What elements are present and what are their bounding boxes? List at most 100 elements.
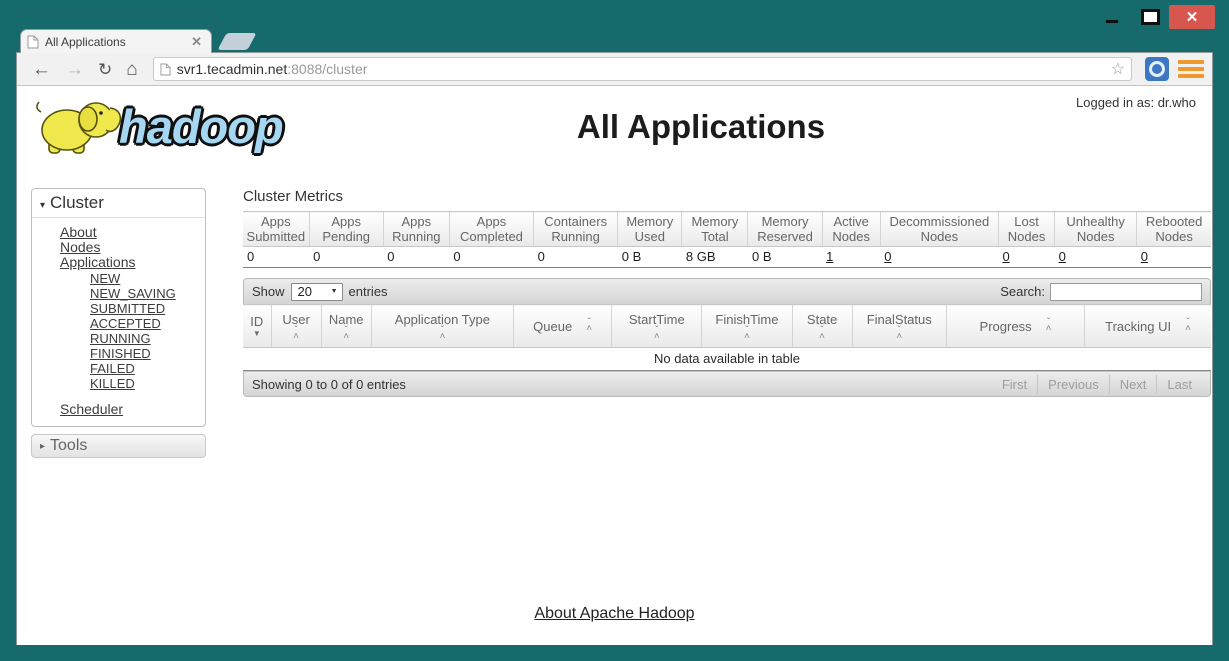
search-label: Search: [1000, 284, 1045, 299]
about-link[interactable]: About [60, 224, 97, 240]
sort-icon: ˇ˄ [343, 328, 349, 340]
pagination: First Previous Next Last [992, 374, 1202, 394]
state-accepted-link[interactable]: ACCEPTED [90, 316, 161, 331]
chrome-menu-icon[interactable] [1178, 58, 1204, 80]
column-header-state[interactable]: Stateˇ˄ [792, 305, 852, 348]
page-title: All Applications [217, 108, 1185, 146]
metric-header: Memory Reserved [748, 212, 822, 247]
metric-header: Lost Nodes [998, 212, 1054, 247]
column-header-id[interactable]: ID▼ [243, 305, 271, 348]
metric-value: 0 [1055, 247, 1137, 268]
tools-accordion-header[interactable]: ▸Tools [31, 434, 206, 458]
sort-icon: ˇ˄ [896, 328, 902, 340]
state-new-saving-link[interactable]: NEW_SAVING [90, 286, 176, 301]
metric-value: 0 [880, 247, 998, 268]
page-icon [160, 63, 171, 76]
table-info-text: Showing 0 to 0 of 0 entries [252, 377, 406, 392]
nodes-link[interactable]: Nodes [60, 239, 100, 255]
table-info-bar: Showing 0 to 0 of 0 entries First Previo… [243, 371, 1211, 397]
column-header-queue[interactable]: Queueˇ˄ [514, 305, 612, 348]
state-finished-link[interactable]: FINISHED [90, 346, 151, 361]
sidebar-item-about: About [60, 225, 205, 240]
metric-value: 0 [534, 247, 618, 268]
pagination-last-button[interactable]: Last [1156, 375, 1202, 394]
decommissioned-nodes-link[interactable]: 0 [884, 249, 891, 264]
table-controls-bar: Show 20 ▼ entries Search: [243, 278, 1211, 304]
state-new-link[interactable]: NEW [90, 271, 120, 286]
empty-table-message: No data available in table [243, 348, 1211, 371]
table-row: No data available in table [243, 348, 1211, 371]
forward-icon[interactable]: → [65, 60, 84, 79]
entries-label: entries [349, 284, 388, 299]
applications-link[interactable]: Applications [60, 254, 136, 270]
metric-header: Memory Used [618, 212, 682, 247]
tab-close-icon[interactable]: ✕ [188, 34, 205, 50]
sidebar-item-state: NEW [90, 271, 205, 286]
state-running-link[interactable]: RUNNING [90, 331, 151, 346]
column-header-application-type[interactable]: Application Typeˇ˄ [371, 305, 513, 348]
metric-header: Apps Submitted [243, 212, 309, 247]
column-header-starttime[interactable]: StartTimeˇ˄ [612, 305, 702, 348]
browser-window: ← → ↻ ⌂ svr1.tecadmin.net:8088/cluster ☆… [16, 52, 1213, 645]
hadoop-elephant-logo [33, 94, 125, 158]
column-header-finalstatus[interactable]: FinalStatusˇ˄ [852, 305, 946, 348]
home-icon[interactable]: ⌂ [126, 60, 137, 79]
search-input[interactable] [1050, 283, 1202, 301]
column-header-user[interactable]: Userˇ˄ [271, 305, 321, 348]
metric-value: 0 [449, 247, 533, 268]
state-killed-link[interactable]: KILLED [90, 376, 135, 391]
browser-tab[interactable]: All Applications ✕ [20, 29, 212, 53]
scheduler-link[interactable]: Scheduler [60, 401, 123, 417]
new-tab-button[interactable] [217, 33, 256, 50]
cluster-label: Cluster [50, 193, 104, 212]
sidebar-item-nodes: Nodes [60, 240, 205, 255]
pagination-first-button[interactable]: First [992, 375, 1037, 394]
cluster-metrics-table: Apps Submitted Apps Pending Apps Running… [243, 211, 1211, 268]
column-header-tracking-ui[interactable]: Tracking UIˇ˄ [1085, 305, 1211, 348]
close-button[interactable]: ✕ [1169, 5, 1215, 29]
column-header-name[interactable]: Nameˇ˄ [321, 305, 371, 348]
minimize-button[interactable] [1093, 5, 1131, 29]
metric-header: Unhealthy Nodes [1055, 212, 1137, 247]
page-content: Logged in as: dr.who hadoop [17, 86, 1212, 645]
maximize-button[interactable] [1131, 5, 1169, 29]
window-frame: ✕ All Applications ✕ ← → ↻ ⌂ svr1.tecadm… [0, 0, 1229, 661]
unhealthy-nodes-link[interactable]: 0 [1059, 249, 1066, 264]
page-size-value: 20 [298, 284, 312, 299]
lost-nodes-link[interactable]: 0 [1002, 249, 1009, 264]
sidebar: ▾ Cluster About Nodes Applications NEW NE… [31, 188, 206, 458]
window-controls: ✕ [1093, 5, 1215, 29]
url-text: svr1.tecadmin.net:8088/cluster [177, 61, 1111, 77]
about-apache-hadoop-link[interactable]: About Apache Hadoop [534, 605, 694, 622]
back-icon[interactable]: ← [32, 60, 51, 79]
pagination-previous-button[interactable]: Previous [1037, 375, 1109, 394]
metric-header: Apps Running [383, 212, 449, 247]
caret-right-icon: ▸ [40, 441, 45, 452]
metric-value: 8 GB [682, 247, 748, 268]
browser-toolbar: ← → ↻ ⌂ svr1.tecadmin.net:8088/cluster ☆ [17, 53, 1212, 86]
metric-value: 0 B [618, 247, 682, 268]
bookmark-star-icon[interactable]: ☆ [1111, 59, 1125, 79]
sidebar-item-state: KILLED [90, 376, 205, 391]
sidebar-item-scheduler: Scheduler [60, 402, 205, 417]
address-bar[interactable]: svr1.tecadmin.net:8088/cluster ☆ [153, 57, 1132, 81]
applications-table: ID▼ Userˇ˄ Nameˇ˄ Application Typeˇ˄ Que… [243, 304, 1211, 371]
state-failed-link[interactable]: FAILED [90, 361, 135, 376]
page-size-select[interactable]: 20 ▼ [291, 283, 343, 301]
active-nodes-link[interactable]: 1 [826, 249, 833, 264]
url-path: :8088/cluster [287, 61, 367, 77]
column-header-finishtime[interactable]: FinishTimeˇ˄ [702, 305, 792, 348]
metric-value: 1 [822, 247, 880, 268]
state-submitted-link[interactable]: SUBMITTED [90, 301, 165, 316]
rebooted-nodes-link[interactable]: 0 [1141, 249, 1148, 264]
reload-icon[interactable]: ↻ [98, 61, 112, 78]
metric-value: 0 [383, 247, 449, 268]
column-header-progress[interactable]: Progressˇ˄ [946, 305, 1084, 348]
cluster-accordion-header[interactable]: ▾ Cluster [32, 189, 205, 218]
caret-down-icon: ▾ [40, 200, 45, 211]
page-icon [27, 35, 39, 49]
metric-value: 0 [243, 247, 309, 268]
extension-icon[interactable] [1145, 57, 1169, 81]
metric-header: Containers Running [534, 212, 618, 247]
pagination-next-button[interactable]: Next [1109, 375, 1157, 394]
